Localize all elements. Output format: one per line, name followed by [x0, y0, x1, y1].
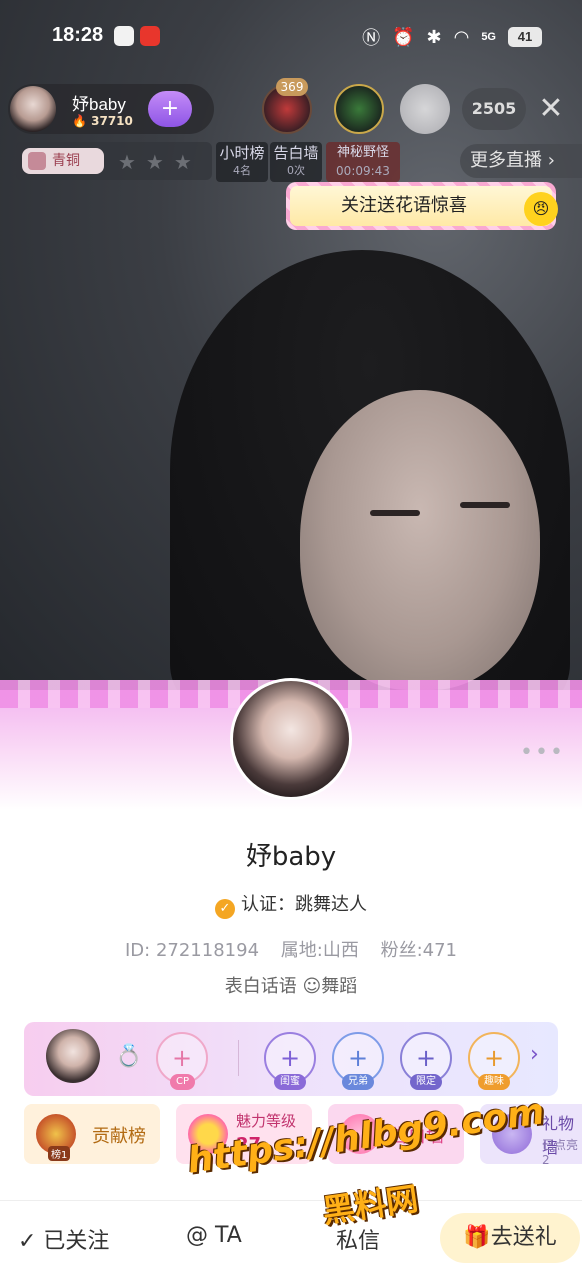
hourly-rank-value: 4名	[233, 164, 251, 177]
host-heat: 🔥 37710	[72, 114, 133, 128]
relation-avatar[interactable]	[46, 1029, 100, 1083]
nfc-icon: Ⓝ	[362, 28, 381, 48]
profile-tagline: 表白话语 ☺舞蹈	[224, 976, 358, 997]
verify-row: ✓ 认证：跳舞达人	[0, 890, 582, 919]
relation-label-bestie: 闺蜜	[274, 1074, 306, 1090]
confession-wall-value: 0次	[287, 164, 305, 177]
verified-icon: ✓	[215, 899, 235, 919]
close-icon[interactable]: ✕	[536, 90, 566, 128]
mystery-monster[interactable]: 神秘野怪 00:09:43	[326, 142, 400, 182]
more-live-button[interactable]: 更多直播 ›	[460, 144, 582, 178]
profile-location: 属地:山西	[280, 940, 359, 961]
status-icons: Ⓝ ⏰ ✱ ◠ 5G 41	[362, 24, 542, 50]
more-icon[interactable]: •••	[520, 740, 565, 765]
profile-name: 妤baby	[245, 842, 337, 872]
viewer-avatar-3[interactable]	[400, 84, 450, 134]
relation-label-brother: 兄弟	[342, 1074, 374, 1090]
send-gift-button[interactable]: 🎁去送礼	[440, 1213, 580, 1263]
profile-meta: ID: 272118194 属地:山西 粉丝:471	[0, 936, 582, 962]
viewer-avatar-2[interactable]	[334, 84, 384, 134]
video-app-icon	[140, 26, 160, 46]
host-name: 妤baby	[72, 95, 126, 114]
signal-icon: 5G	[481, 31, 496, 43]
level-tag-label: 青铜	[52, 153, 80, 169]
chevron-right-icon[interactable]: ›	[530, 1042, 539, 1067]
hourly-rank[interactable]: 小时榜 4名	[216, 142, 268, 182]
host-heat-value: 37710	[91, 114, 133, 128]
ring-icon: 💍	[115, 1044, 143, 1069]
status-time: 18:28	[52, 24, 104, 46]
gem-icon	[28, 152, 46, 170]
follow-host-button[interactable]: +	[148, 91, 192, 127]
contribution-rank-badge: 榜1	[48, 1146, 71, 1161]
gift-wall-sub: 已点亮2	[542, 1138, 579, 1167]
rank-badge: 369	[276, 78, 308, 96]
relation-label-limited: 限定	[410, 1074, 442, 1090]
follow-banner-text: 关注送花语惊喜	[290, 186, 552, 226]
relation-label-fun: 趣味	[478, 1074, 510, 1090]
profile-avatar[interactable]	[230, 678, 352, 800]
mention-button[interactable]: @ TA	[186, 1223, 242, 1248]
eye-right	[460, 502, 510, 508]
wechat-icon	[114, 26, 134, 46]
status-bar: 18:28 Ⓝ ⏰ ✱ ◠ 5G 41	[0, 0, 582, 72]
followed-button[interactable]: ✓ 已关注	[18, 1223, 109, 1255]
confession-wall-title: 告白墙	[273, 144, 319, 162]
host-info[interactable]: 妤baby 🔥 37710 +	[8, 84, 214, 134]
level-stars: ★★★	[118, 150, 202, 174]
alarm-icon: ⏰	[392, 26, 415, 47]
verify-label: 认证：跳舞达人	[241, 894, 367, 915]
follow-banner[interactable]: 关注送花语惊喜 😠	[286, 182, 558, 230]
smiley-icon: 😠	[524, 192, 558, 226]
streamer-face	[300, 390, 540, 690]
contribution-rank-label: 贡献榜	[92, 1126, 146, 1147]
mystery-monster-title: 神秘野怪	[336, 145, 389, 160]
contribution-rank-card[interactable]: 榜1 贡献榜	[24, 1104, 160, 1164]
eye-left	[370, 510, 420, 516]
host-avatar[interactable]	[10, 86, 56, 132]
viewer-count[interactable]: 2505	[462, 88, 526, 130]
relation-label-cp: CP	[170, 1074, 196, 1090]
battery-icon: 41	[508, 27, 542, 47]
relation-divider	[238, 1040, 239, 1076]
profile-fans: 粉丝:471	[380, 940, 457, 961]
level-tag: 青铜	[22, 148, 104, 174]
relationship-card: 💍 + CP + 闺蜜 + 兄弟 + 限定 + 趣味 ›	[24, 1022, 558, 1096]
bluetooth-icon: ✱	[426, 26, 442, 47]
hourly-rank-title: 小时榜	[219, 144, 265, 162]
profile-id: ID: 272118194	[125, 940, 260, 961]
mystery-monster-timer: 00:09:43	[336, 164, 390, 178]
wifi-icon: ◠	[453, 26, 470, 47]
level-bar[interactable]: 青铜 ★★★	[16, 142, 212, 180]
confession-wall-box[interactable]: 告白墙 0次	[270, 142, 322, 182]
bottom-bar: ✓ 已关注 @ TA 私信 🎁去送礼	[0, 1200, 582, 1280]
